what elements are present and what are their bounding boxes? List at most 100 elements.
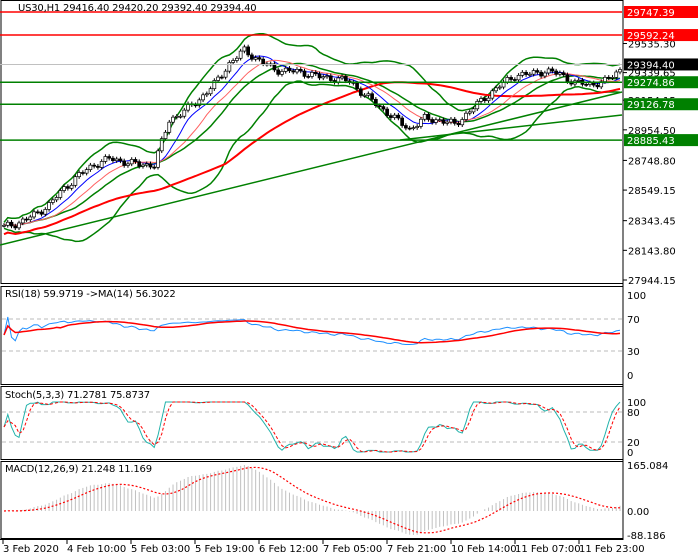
price-tick-label: 28748.80 <box>628 156 676 167</box>
time-label: 5 Feb 19:00 <box>195 544 254 555</box>
candle-body <box>35 211 40 214</box>
candle-body <box>411 127 416 129</box>
candle-body <box>13 225 18 229</box>
candle-body <box>39 211 44 215</box>
candle-body <box>389 115 393 118</box>
candle-body <box>362 94 367 97</box>
candle-body <box>539 71 543 77</box>
stoch-tick-label: 0 <box>627 448 633 459</box>
candle-body <box>310 72 314 77</box>
candle-body <box>50 199 55 203</box>
candle-body <box>62 186 66 191</box>
level-value: 29126.78 <box>627 100 675 111</box>
level-value: 29394.40 <box>627 60 675 71</box>
candle-body <box>531 70 536 75</box>
candle-body <box>291 70 296 73</box>
candle-body <box>317 73 322 79</box>
candle-body <box>543 72 547 77</box>
candle-body <box>77 172 81 178</box>
candle-body <box>242 46 247 52</box>
candle-body <box>321 76 326 79</box>
price-tick-label: 28143.80 <box>628 246 676 257</box>
chart-canvas[interactable]: 29535.3029339.6529154.1528954.5028748.80… <box>0 0 700 560</box>
candle-body <box>606 76 611 79</box>
candle-body <box>66 186 70 189</box>
candle-body <box>576 79 581 82</box>
candle-body <box>99 161 104 168</box>
candle-body <box>422 114 427 120</box>
candle-body <box>618 69 622 73</box>
candle-body <box>111 157 115 162</box>
candle-body <box>107 156 112 159</box>
candle-body <box>253 57 258 60</box>
candle-body <box>419 118 423 127</box>
level-value: 29592.24 <box>627 31 675 42</box>
candle-body <box>603 76 607 82</box>
candle-body <box>182 109 187 117</box>
macd-tick-label: -88.186 <box>627 531 666 542</box>
candle-body <box>426 114 431 120</box>
bollinger-middle <box>3 62 621 227</box>
candle-body <box>84 169 89 174</box>
candle-body <box>250 54 254 60</box>
candle-body <box>313 72 318 75</box>
candle-body <box>9 221 14 227</box>
candle-body <box>325 75 329 78</box>
candle-body <box>141 164 145 167</box>
candle-body <box>509 77 513 80</box>
candle-body <box>358 88 363 96</box>
candle-body <box>610 77 615 79</box>
level-value: 29747.39 <box>627 8 675 19</box>
candle-body <box>460 119 465 126</box>
candle-body <box>246 46 250 56</box>
candle-body <box>588 82 592 85</box>
candle-body <box>434 119 438 123</box>
candle-body <box>452 118 457 124</box>
stoch-signal-line <box>3 401 621 453</box>
candle-body <box>58 190 63 198</box>
candle-body <box>152 166 157 169</box>
candle-body <box>81 172 85 174</box>
ma-slow-line <box>3 81 621 236</box>
stoch-tick-label: 80 <box>627 408 640 419</box>
candle-body <box>437 119 442 122</box>
macd-signal-line <box>3 466 620 534</box>
candle-body <box>366 93 371 96</box>
candle-body <box>591 82 596 86</box>
candle-body <box>167 121 172 133</box>
candle-body <box>223 70 228 78</box>
candle-body <box>565 74 570 82</box>
candle-body <box>449 118 453 123</box>
candle-body <box>486 97 491 102</box>
trading-chart[interactable]: 29535.3029339.6529154.1528954.5028748.80… <box>0 0 700 560</box>
candle-body <box>471 108 476 113</box>
time-label: 4 Feb 10:00 <box>67 544 126 555</box>
candle-body <box>92 164 96 167</box>
bollinger-lower <box>3 80 621 243</box>
candle-body <box>126 163 130 166</box>
candle-body <box>306 76 311 78</box>
candle-body <box>96 165 100 168</box>
candle-body <box>20 218 25 224</box>
candle-body <box>280 71 284 75</box>
time-label: 10 Feb 14:00 <box>451 544 517 555</box>
macd-tick-label: 165.084 <box>627 461 668 472</box>
candle-body <box>137 161 142 167</box>
candle-body <box>54 197 59 201</box>
candle-body <box>298 68 303 72</box>
candle-body <box>505 77 510 83</box>
candle-body <box>261 58 266 65</box>
candle-body <box>2 224 6 227</box>
time-label: 6 Feb 12:00 <box>259 544 318 555</box>
candle-body <box>28 216 33 221</box>
rsi-tick-label: 30 <box>627 347 640 358</box>
candle-body <box>163 131 168 139</box>
candle-body <box>287 67 292 72</box>
time-label: 7 Feb 05:00 <box>323 544 382 555</box>
candle-body <box>129 159 134 165</box>
candle-body <box>516 74 521 81</box>
candle-body <box>400 117 404 126</box>
candle-body <box>415 126 420 128</box>
candle-body <box>208 88 213 95</box>
candle-body <box>370 93 374 100</box>
